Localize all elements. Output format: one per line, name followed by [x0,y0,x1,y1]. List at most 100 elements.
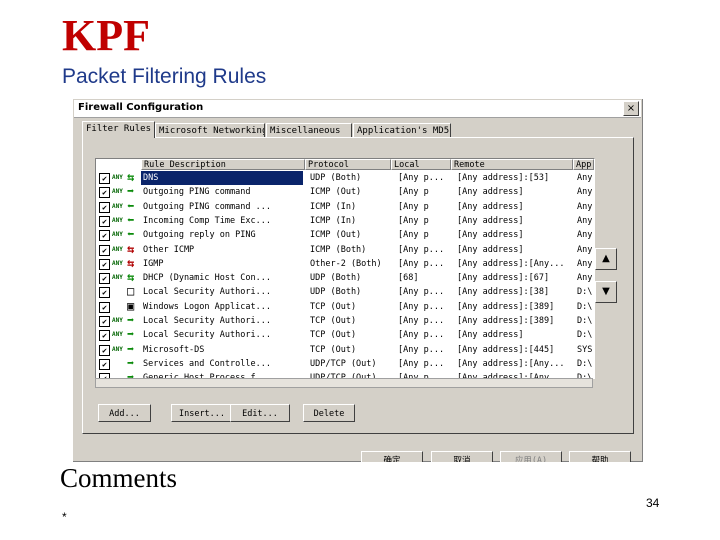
remote-cell: [Any address]:[67] [457,273,550,284]
protocol-cell: Other-2 (Both) [310,258,382,269]
col-header-app[interactable]: App [573,159,594,170]
app-cell: D:\ [577,330,593,341]
comments-label: Comments [60,463,178,493]
rule-description-cell: Outgoing PING command ... [143,201,271,212]
remote-cell: [Any address]:[Any... [457,358,565,369]
app-cell: D:\ [577,316,593,326]
remote-cell: [Any address] [457,230,524,241]
local-cell: [Any p... [398,344,445,355]
col-header-local[interactable]: Local [391,159,451,170]
table-row[interactable]: ✔ ANY ➡ Local Security Authori... TCP (Out) [… [96,327,592,342]
ok-button[interactable]: 确定 [361,451,423,462]
rule-description-cell: Local Security Authori... [143,287,271,298]
delete-button[interactable]: Delete [303,404,355,422]
app-cell: Any [577,273,593,284]
direction-both-icon: ⇆ [127,170,135,184]
table-row[interactable]: ✔ □ Local Security Authori... UDP (Both) [An… [96,284,592,299]
local-cell: [Any p... [398,244,445,255]
rule-enabled-checkbox[interactable]: ✔ [99,301,110,313]
rule-enabled-checkbox[interactable]: ✔ [99,258,110,270]
direction-out-icon: ➡ [127,313,135,327]
slide-title: KPF [62,11,150,60]
table-row[interactable]: ✔ ANY ➡ Local Security Authori... TCP (Out) [… [96,313,592,328]
tab-filter-rules[interactable]: Filter Rules [82,121,155,138]
rule-description-cell: Local Security Authori... [143,316,271,326]
rule-enabled-checkbox[interactable]: ✔ [99,215,110,227]
table-row[interactable]: ✔ ANY ⇆ Other ICMP ICMP (Both) [Any p... [Any … [96,241,592,257]
remote-cell: [Any address] [457,187,524,198]
rule-description-cell: IGMP [143,258,164,269]
rule-enabled-checkbox[interactable]: ✔ [99,244,110,256]
rule-enabled-checkbox[interactable]: ✔ [99,173,110,184]
rules-table: Rule Description Protocol Local Remote A… [95,158,595,379]
help-button[interactable]: 帮助 [569,451,631,462]
table-row[interactable]: ✔ ANY ⬅ Outgoing PING command ... ICMP (In) [… [96,199,592,214]
table-row[interactable]: ✔ ANY ⬅ Outgoing reply on PING ICMP (Out) [An… [96,227,592,242]
protocol-cell: ICMP (In) [310,201,357,212]
rule-enabled-checkbox[interactable]: ✔ [99,287,110,299]
table-row[interactable]: ✔ ANY ⇆ IGMP Other-2 (Both) [Any p... [Any add… [96,255,592,271]
table-row[interactable]: ✔ ▣ Windows Logon Applicat... TCP (Out) [Any… [96,299,592,314]
table-row[interactable]: ✔ ANY ➡ Outgoing PING command ICMP (Out) [Any… [96,184,592,199]
close-button[interactable]: × [623,101,639,116]
move-down-button[interactable]: ▼ [595,281,617,303]
protocol-cell: UDP/TCP (Out) [310,358,377,369]
add-button[interactable]: Add... [98,404,151,422]
window-titlebar[interactable]: Firewall Configuration × [74,100,641,118]
apply-button[interactable]: 应用(A) [500,451,562,462]
local-cell: [Any p [398,201,429,212]
table-row[interactable]: ✔ ANY ➡ Microsoft-DS TCP (Out) [Any p... [Any … [96,341,592,357]
rule-enabled-checkbox[interactable]: ✔ [99,344,110,356]
rule-enabled-checkbox[interactable]: ✔ [99,273,110,285]
table-row[interactable]: ✔ ANY ⬅ Incoming Comp Time Exc... ICMP (In) [… [96,213,592,228]
local-cell: [Any p... [398,316,445,326]
horizontal-scrollbar[interactable] [95,378,593,388]
col-header-remote[interactable]: Remote [451,159,573,170]
direction-red-icon: ⇆ [127,241,135,256]
col-header-rule-description[interactable]: Rule Description [141,159,305,170]
any-address-icon: ANY [112,245,123,253]
protocol-cell: UDP (Both) [310,173,362,183]
rule-description-cell: Windows Logon Applicat... [143,301,271,312]
cancel-button[interactable]: 取消 [431,451,493,462]
vertical-scrollbar[interactable]: ▲ ▼ [594,171,595,378]
any-address-icon: ANY [112,231,123,239]
rule-enabled-checkbox[interactable]: ✔ [99,358,110,370]
table-row[interactable]: ✔ ANY ⇆ DNS UDP (Both) [Any p... [Any address]… [96,170,592,185]
local-cell: [68] [398,273,419,284]
remote-cell: [Any address]:[Any... [457,258,565,269]
tab-application-md5[interactable]: Application's MD5 [353,123,451,138]
move-up-button[interactable]: ▲ [595,248,617,270]
tab-microsoft-networking[interactable]: Microsoft Networking [155,123,265,138]
table-row[interactable]: ✔ ➡ Services and Controlle... UDP/TCP (Out)… [96,355,592,371]
col-header-protocol[interactable]: Protocol [305,159,391,170]
firewall-config-window: Firewall Configuration × Filter Rules Mi… [72,98,643,462]
protocol-cell: TCP (Out) [310,316,357,326]
remote-cell: [Any address] [457,244,524,255]
tab-miscellaneous[interactable]: Miscellaneous [266,123,352,138]
direction-out-icon: ➡ [127,355,135,370]
any-address-icon: ANY [112,216,123,224]
any-address-icon: ANY [112,259,123,267]
direction-red-icon: ⇆ [127,255,135,270]
direction-out-icon: ➡ [127,341,135,356]
rule-enabled-checkbox[interactable]: ✔ [99,201,110,213]
any-address-icon: ANY [112,345,123,353]
any-address-icon: ANY [112,317,123,324]
rule-enabled-checkbox[interactable]: ✔ [99,230,110,242]
remote-cell: [Any address]:[445] [457,344,555,355]
insert-button[interactable]: Insert... [171,404,233,422]
edit-button[interactable]: Edit... [230,404,290,422]
direction-out-icon: ➡ [127,327,135,342]
table-row[interactable]: ✔ ANY ⇆ DHCP (Dynamic Host Con... UDP (Both)… [96,270,592,285]
footnote-marker: * [62,510,67,524]
app-cell: D:\ [577,287,593,298]
protocol-cell: ICMP (Out) [310,187,362,198]
app-cell: SYS [577,344,593,355]
app-cell: Any [577,230,593,241]
rule-enabled-checkbox[interactable]: ✔ [99,187,110,199]
rule-enabled-checkbox[interactable]: ✔ [99,316,110,327]
rule-enabled-checkbox[interactable]: ✔ [99,330,110,342]
rule-description-cell: Outgoing reply on PING [143,230,256,241]
local-cell: [Any p [398,230,429,241]
